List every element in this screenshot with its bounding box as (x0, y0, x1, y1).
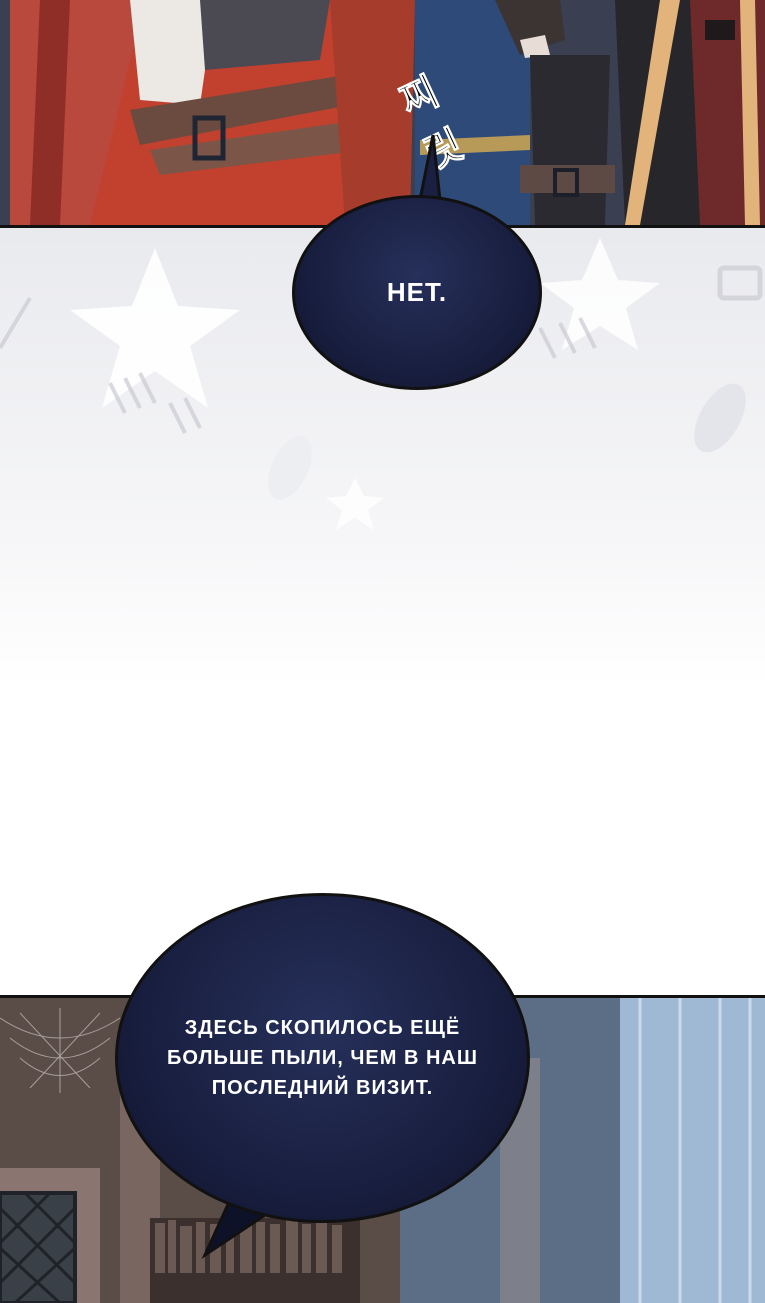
speech-bubble-two-text: ЗДЕСЬ СКОПИЛОСЬ ЕЩЁ БОЛЬШЕ ПЫЛИ, ЧЕМ В Н… (167, 1017, 478, 1099)
speech-bubble-one-text: НЕТ. (386, 277, 448, 307)
top-panel-illustration: 찌릿 (0, 0, 765, 228)
speech-bubble-one: НЕТ. (292, 195, 542, 390)
speech-bubble-two: ЗДЕСЬ СКОПИЛОСЬ ЕЩЁ БОЛЬШЕ ПЫЛИ, ЧЕМ В Н… (115, 893, 530, 1223)
top-illustration (0, 0, 765, 225)
